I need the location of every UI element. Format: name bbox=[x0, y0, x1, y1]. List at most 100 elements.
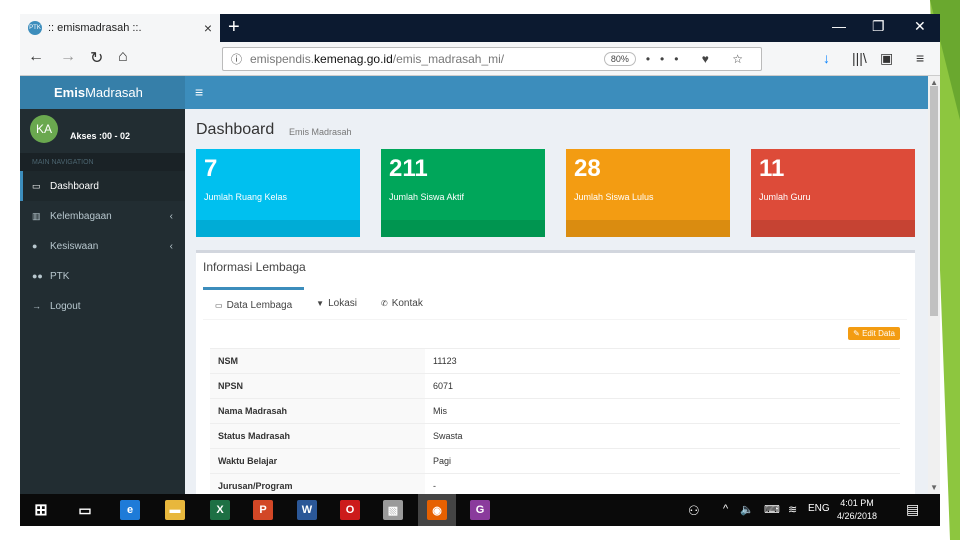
row-key: Waktu Belajar bbox=[210, 448, 425, 474]
volume-icon[interactable]: 🔈 bbox=[740, 503, 754, 516]
edit-data-button[interactable]: ✎ Edit Data bbox=[848, 327, 900, 340]
hamburger-icon[interactable]: ≡ bbox=[195, 84, 203, 100]
info-tabs: ▭ Data Lembaga ▼ Lokasi ✆ Kontak bbox=[203, 287, 907, 320]
excel-icon[interactable]: X bbox=[210, 500, 230, 520]
screenshot-frame: PTK :: emismadrasah ::. × + — ❐ ✕ ← → ↻ … bbox=[20, 14, 940, 526]
tray-expand-icon[interactable]: ^ bbox=[723, 503, 728, 515]
keyboard-icon[interactable]: ⌨ bbox=[764, 503, 780, 516]
word-icon[interactable]: W bbox=[297, 500, 317, 520]
forward-button[interactable]: → bbox=[60, 48, 76, 66]
printer-app-icon[interactable]: ▧ bbox=[383, 500, 403, 520]
sidebar-item-kelembagaan[interactable]: ▥ Kelembagaan ‹ bbox=[20, 201, 185, 231]
info-icon[interactable]: ⓘ bbox=[231, 51, 242, 67]
scroll-thumb[interactable] bbox=[930, 86, 938, 316]
info-box: Informasi Lembaga ▭ Data Lembaga ▼ Lokas… bbox=[196, 250, 915, 494]
sidebar-item-label: PTK bbox=[50, 270, 70, 282]
sign-out-icon: → bbox=[32, 301, 41, 311]
row-value: Pagi bbox=[425, 448, 900, 474]
row-key: NPSN bbox=[210, 373, 425, 399]
stat-footer[interactable] bbox=[381, 220, 545, 237]
info-box-title: Informasi Lembaga bbox=[203, 260, 306, 274]
sidebar-item-label: Dashboard bbox=[50, 180, 99, 192]
scroll-down-icon[interactable]: ▼ bbox=[930, 483, 938, 492]
stat-box-siswa-aktif[interactable]: 211 Jumlah Siswa Aktif bbox=[381, 149, 545, 237]
clock-time: 4:01 PM bbox=[840, 498, 874, 508]
favicon-icon: PTK bbox=[28, 21, 42, 35]
wifi-icon[interactable]: ≋ bbox=[788, 503, 797, 516]
language-indicator[interactable]: ENG bbox=[808, 503, 830, 514]
user-panel: KA Akses :00 - 02 bbox=[20, 109, 185, 153]
table-row: Jurusan/Program - bbox=[210, 473, 900, 494]
sidebar-item-dashboard[interactable]: ▭ Dashboard bbox=[20, 171, 185, 201]
avatar: KA bbox=[30, 115, 58, 143]
zoom-level[interactable]: 80% bbox=[603, 52, 636, 66]
row-value: 6071 bbox=[425, 373, 900, 399]
app-logo[interactable]: Emis Madrasah bbox=[20, 76, 185, 109]
sidebar-icon[interactable]: ▣ bbox=[880, 50, 893, 67]
tab-label: Kontak bbox=[391, 298, 423, 309]
url-bar[interactable]: ⓘ emispendis.kemenag.go.id/emis_madrasah… bbox=[222, 47, 762, 71]
stat-box-siswa-lulus[interactable]: 28 Jumlah Siswa Lulus bbox=[566, 149, 730, 237]
windows-taskbar: ⊞ ▭ e ▬ X P W O ▧ ◉ G ⚇ ^ 🔈 ⌨ ≋ ENG 4:01 PM 4/26… bbox=[20, 494, 940, 526]
notification-icon[interactable]: ▤ bbox=[906, 501, 919, 518]
sidebar-item-kesiswaan[interactable]: ● Kesiswaan ‹ bbox=[20, 231, 185, 261]
tab-label: Lokasi bbox=[328, 298, 357, 309]
row-value: 11123 bbox=[425, 348, 900, 374]
start-button[interactable]: ⊞ bbox=[31, 500, 51, 520]
tab-data-lembaga[interactable]: ▭ Data Lembaga bbox=[203, 287, 305, 320]
table-row: Status Madrasah Swasta bbox=[210, 423, 900, 449]
stat-footer[interactable] bbox=[566, 220, 730, 237]
chevron-left-icon: ‹ bbox=[169, 240, 173, 252]
home-button[interactable]: ⌂ bbox=[118, 48, 128, 66]
stat-footer[interactable] bbox=[196, 220, 360, 237]
clock-date: 4/26/2018 bbox=[837, 511, 878, 521]
reload-button[interactable]: ↻ bbox=[90, 48, 103, 68]
main-content: Dashboard Emis Madrasah 7 Jumlah Ruang K… bbox=[185, 109, 928, 494]
task-view-button[interactable]: ▭ bbox=[75, 500, 95, 520]
page-actions-icon[interactable]: ••• ♥ ☆ bbox=[646, 52, 753, 66]
page-scrollbar[interactable]: ▲ ▼ bbox=[928, 76, 940, 494]
clock[interactable]: 4:01 PM 4/26/2018 bbox=[837, 497, 877, 523]
app-topbar: ≡ bbox=[185, 76, 928, 109]
browser-tab-bar: PTK :: emismadrasah ::. × + — ❐ ✕ bbox=[20, 14, 940, 42]
stat-label: Jumlah Siswa Aktif bbox=[389, 192, 465, 202]
row-key: Jurusan/Program bbox=[210, 473, 425, 494]
download-icon[interactable]: ↓ bbox=[823, 50, 830, 66]
close-window-button[interactable]: ✕ bbox=[914, 18, 926, 35]
tab-title: :: emismadrasah ::. bbox=[48, 22, 142, 34]
stat-footer[interactable] bbox=[751, 220, 915, 237]
library-icon[interactable]: |||\ bbox=[852, 50, 867, 66]
powerpoint-icon[interactable]: P bbox=[253, 500, 273, 520]
minimize-button[interactable]: — bbox=[832, 18, 846, 34]
sidebar-item-ptk[interactable]: ●● PTK bbox=[20, 261, 185, 291]
new-tab-button[interactable]: + bbox=[228, 16, 240, 39]
back-button[interactable]: ← bbox=[28, 48, 44, 66]
sidebar-item-label: Kelembagaan bbox=[50, 210, 112, 222]
file-explorer-icon[interactable]: ▬ bbox=[165, 500, 185, 520]
people-icon[interactable]: ⚇ bbox=[688, 503, 700, 519]
stat-value: 28 bbox=[574, 155, 601, 182]
tab-lokasi[interactable]: ▼ Lokasi bbox=[304, 287, 369, 320]
edge-icon[interactable]: e bbox=[120, 500, 140, 520]
browser-nav-bar: ← → ↻ ⌂ ⓘ emispendis.kemenag.go.id/emis_… bbox=[20, 42, 940, 76]
nav-header: MAIN NAVIGATION bbox=[20, 153, 185, 171]
stat-box-ruang-kelas[interactable]: 7 Jumlah Ruang Kelas bbox=[196, 149, 360, 237]
info-table: NSM 11123 NPSN 6071 Nama Madrasah Mis Status M… bbox=[210, 348, 900, 494]
desktop-icon: ▭ bbox=[32, 180, 41, 191]
restore-button[interactable]: ❐ bbox=[872, 18, 885, 35]
firefox-icon[interactable]: ◉ bbox=[427, 500, 447, 520]
tab-kontak[interactable]: ✆ Kontak bbox=[369, 287, 435, 320]
phone-icon: ✆ bbox=[381, 299, 388, 308]
app-icon[interactable]: G bbox=[470, 500, 490, 520]
menu-icon[interactable]: ≡ bbox=[916, 50, 924, 66]
sidebar-item-logout[interactable]: → Logout bbox=[20, 291, 185, 321]
browser-tab[interactable]: PTK :: emismadrasah ::. × bbox=[20, 14, 220, 42]
sidebar: KA Akses :00 - 02 MAIN NAVIGATION ▭ Dash… bbox=[20, 109, 185, 494]
bank-icon: ▥ bbox=[32, 210, 41, 221]
chevron-left-icon: ‹ bbox=[169, 210, 173, 222]
tab-close-icon[interactable]: × bbox=[204, 20, 212, 36]
opera-icon[interactable]: O bbox=[340, 500, 360, 520]
stat-box-guru[interactable]: 11 Jumlah Guru bbox=[751, 149, 915, 237]
stat-label: Jumlah Siswa Lulus bbox=[574, 192, 654, 202]
sidebar-item-label: Logout bbox=[50, 300, 81, 312]
